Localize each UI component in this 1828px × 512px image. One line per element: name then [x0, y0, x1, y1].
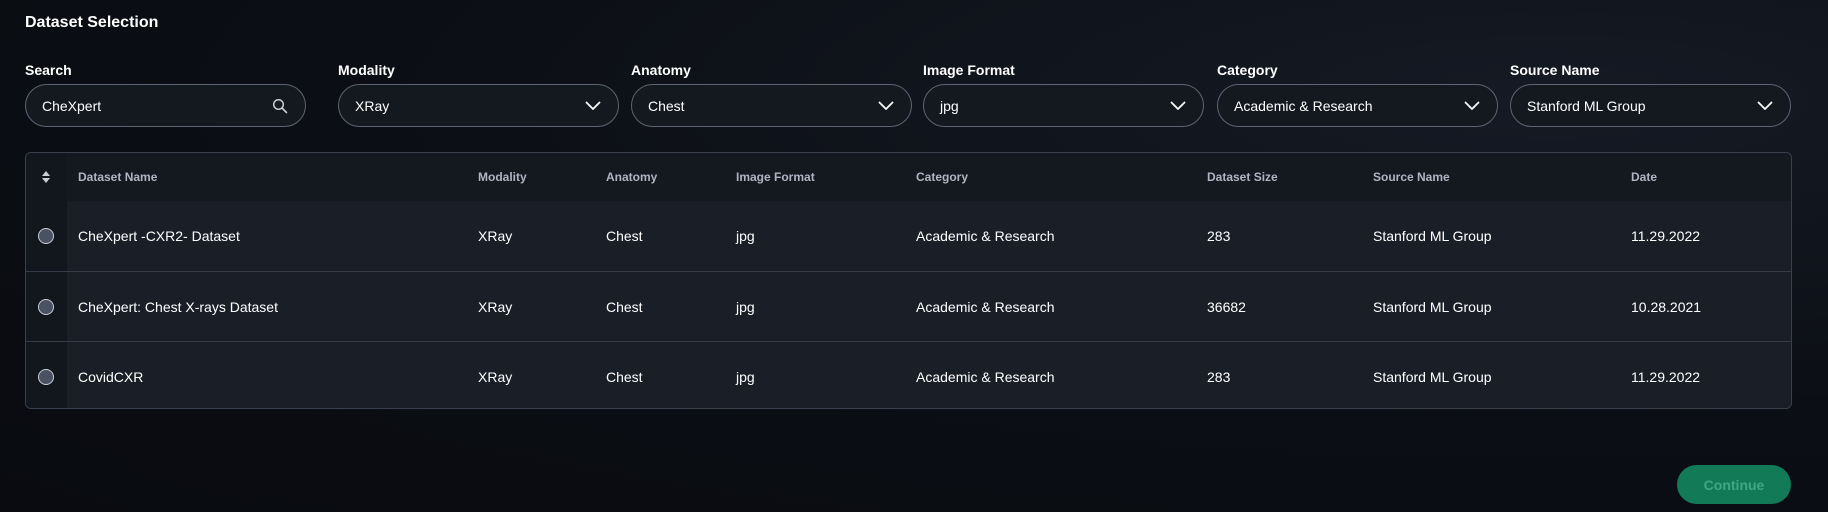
dataset-size-cell: 283 — [1207, 368, 1231, 385]
dataset-size-cell: 36682 — [1207, 298, 1246, 315]
chevron-down-icon — [1756, 97, 1774, 115]
filter-bar: Search Modality XRay Anatomy Chest — [25, 60, 1792, 130]
image-format-label: Image Format — [923, 62, 1015, 78]
anatomy-cell: Chest — [606, 368, 643, 385]
search-icon[interactable] — [271, 97, 289, 115]
column-header-category[interactable]: Category — [916, 153, 968, 201]
category-cell: Academic & Research — [916, 298, 1055, 315]
row-radio-button[interactable] — [38, 368, 54, 385]
column-header-modality[interactable]: Modality — [478, 153, 527, 201]
search-input[interactable] — [42, 97, 262, 114]
source-name-select[interactable]: Stanford ML Group — [1510, 84, 1791, 127]
source-name-filter: Source Name Stanford ML Group — [1510, 60, 1791, 127]
dataset-name-cell: CheXpert -CXR2- Dataset — [78, 228, 240, 244]
page-title: Dataset Selection — [25, 14, 159, 31]
column-header-date[interactable]: Date — [1631, 153, 1657, 201]
dataset-name-cell: CovidCXR — [78, 368, 144, 385]
source-name-selected-value: Stanford ML Group — [1527, 97, 1646, 114]
table-row[interactable]: CheXpert -CXR2- Dataset XRay Chest jpg A… — [26, 201, 1791, 271]
category-filter: Category Academic & Research — [1217, 60, 1498, 127]
row-radio-button[interactable] — [38, 228, 54, 244]
row-select-cell — [26, 201, 67, 271]
row-select-cell — [26, 272, 67, 341]
chevron-down-icon — [877, 97, 895, 115]
source-name-label: Source Name — [1510, 62, 1600, 78]
modality-cell: XRay — [478, 228, 513, 244]
modality-select[interactable]: XRay — [338, 84, 619, 127]
row-select-cell — [26, 342, 67, 408]
date-cell: 10.28.2021 — [1631, 298, 1702, 315]
select-column-header — [26, 153, 67, 201]
column-header-dataset-size[interactable]: Dataset Size — [1207, 153, 1278, 201]
datasets-table: Dataset Name Modality Anatomy Image Form… — [25, 152, 1792, 409]
anatomy-filter: Anatomy Chest — [631, 60, 912, 127]
modality-selected-value: XRay — [355, 97, 390, 114]
table-row[interactable]: CovidCXR XRay Chest jpg Academic & Resea… — [26, 341, 1791, 408]
modality-label: Modality — [338, 62, 395, 78]
search-field[interactable] — [25, 84, 306, 127]
modality-cell: XRay — [478, 368, 513, 385]
dataset-size-cell: 283 — [1207, 228, 1231, 244]
chevron-down-icon — [1463, 97, 1481, 115]
sort-icon[interactable] — [39, 169, 53, 185]
date-cell: 11.29.2022 — [1631, 228, 1701, 244]
anatomy-label: Anatomy — [631, 62, 691, 78]
search-label: Search — [25, 62, 72, 78]
source-name-cell: Stanford ML Group — [1373, 368, 1492, 385]
modality-filter: Modality XRay — [338, 60, 619, 127]
image-format-cell: jpg — [736, 368, 755, 385]
modality-cell: XRay — [478, 298, 513, 315]
table-header: Dataset Name Modality Anatomy Image Form… — [26, 153, 1791, 201]
anatomy-select[interactable]: Chest — [631, 84, 912, 127]
anatomy-cell: Chest — [606, 298, 643, 315]
category-select[interactable]: Academic & Research — [1217, 84, 1498, 127]
image-format-cell: jpg — [736, 298, 755, 315]
source-name-cell: Stanford ML Group — [1373, 228, 1492, 244]
anatomy-cell: Chest — [606, 228, 643, 244]
category-cell: Academic & Research — [916, 368, 1055, 385]
dataset-name-cell: CheXpert: Chest X-rays Dataset — [78, 298, 278, 315]
image-format-select[interactable]: jpg — [923, 84, 1204, 127]
category-label: Category — [1217, 62, 1278, 78]
column-header-source-name[interactable]: Source Name — [1373, 153, 1450, 201]
column-header-anatomy[interactable]: Anatomy — [606, 153, 657, 201]
continue-button[interactable]: Continue — [1677, 465, 1791, 504]
table-row[interactable]: CheXpert: Chest X-rays Dataset XRay Ches… — [26, 271, 1791, 341]
category-selected-value: Academic & Research — [1234, 97, 1373, 114]
date-cell: 11.29.2022 — [1631, 368, 1701, 385]
image-format-filter: Image Format jpg — [923, 60, 1204, 127]
chevron-down-icon — [584, 97, 602, 115]
image-format-selected-value: jpg — [940, 97, 959, 114]
chevron-down-icon — [1169, 97, 1187, 115]
source-name-cell: Stanford ML Group — [1373, 298, 1492, 315]
category-cell: Academic & Research — [916, 228, 1055, 244]
search-filter: Search — [25, 60, 306, 127]
column-header-image-format[interactable]: Image Format — [736, 153, 815, 201]
column-header-dataset-name[interactable]: Dataset Name — [78, 153, 157, 201]
row-radio-button[interactable] — [38, 298, 54, 315]
image-format-cell: jpg — [736, 228, 755, 244]
dataset-selection-page: Dataset Selection Search Modality XRay A… — [0, 0, 1828, 512]
anatomy-selected-value: Chest — [648, 97, 685, 114]
